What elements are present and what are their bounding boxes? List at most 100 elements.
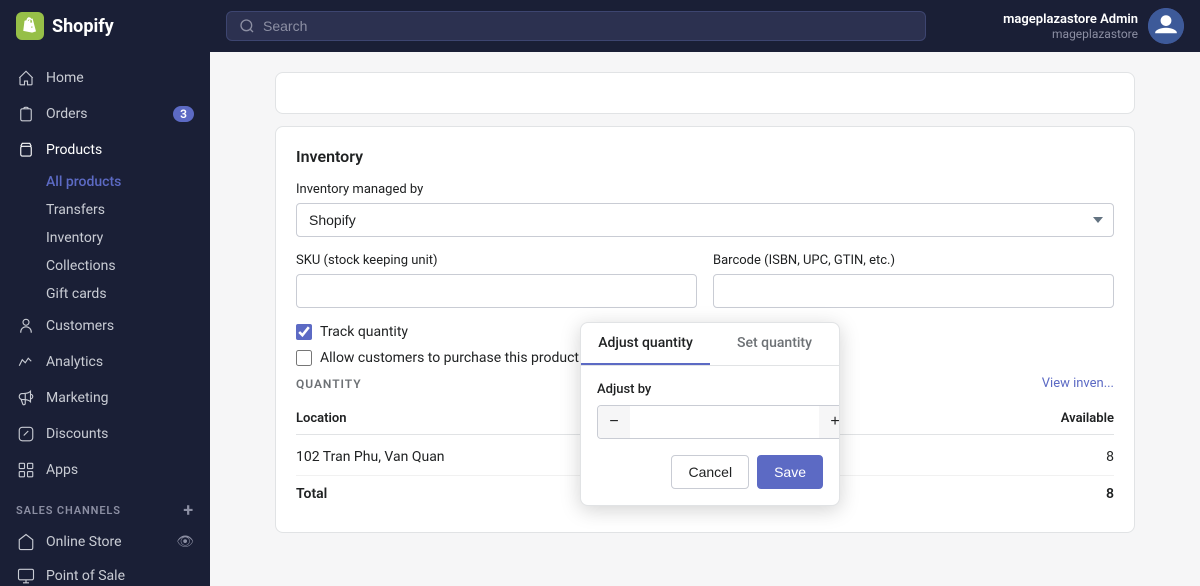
sidebar-item-point-of-sale[interactable]: Point of Sale [0,559,210,586]
available-cell: 8 [855,449,1114,465]
total-label: Total [296,486,555,502]
sidebar-item-marketing-label: Marketing [46,390,109,406]
search-icon [239,18,255,34]
sidebar-item-discounts-label: Discounts [46,426,108,442]
save-button[interactable]: Save [757,455,823,489]
decrement-button[interactable]: − [598,406,630,438]
collections-label: Collections [46,258,116,274]
main-area: mageplazastore Admin mageplazastore Inve… [210,0,1200,586]
adjust-controls: − + [597,405,840,439]
inventory-label: Inventory [46,230,103,246]
search-input[interactable] [263,18,913,34]
increment-button[interactable]: + [819,406,840,438]
sidebar-item-orders[interactable]: Orders 3 [0,96,210,132]
barcode-group: Barcode (ISBN, UPC, GTIN, etc.) [713,253,1114,308]
customers-icon [16,316,36,336]
sku-group: SKU (stock keeping unit) [296,253,697,308]
sidebar-item-analytics[interactable]: Analytics [0,344,210,380]
sidebar-item-customers[interactable]: Customers [0,308,210,344]
sku-label: SKU (stock keeping unit) [296,253,697,268]
adjust-by-section: Adjust by − + [597,382,840,439]
topbar-right: mageplazastore Admin mageplazastore [1003,8,1184,44]
view-inventory-link[interactable]: View inven... [1042,376,1114,391]
sales-channels-label: SALES CHANNELS + [0,488,210,525]
sidebar-item-apps[interactable]: Apps [0,452,210,488]
shopify-logo[interactable]: shopify [16,12,114,40]
popup-tabs: Adjust quantity Set quantity [581,323,839,366]
col-location: Location [296,411,555,426]
analytics-icon [16,352,36,372]
user-text: mageplazastore Admin mageplazastore [1003,12,1138,41]
tab-adjust-quantity[interactable]: Adjust quantity [581,323,710,365]
sidebar-subitem-gift-cards[interactable]: Gift cards [0,280,210,308]
popup-controls-row: Adjust by − + New quantity 8 [597,382,823,439]
quantity-section-label: QUANTITY [296,377,362,391]
sidebar-subitem-inventory[interactable]: Inventory [0,224,210,252]
sku-input[interactable] [296,274,697,308]
point-of-sale-icon [16,566,36,586]
marketing-icon [16,388,36,408]
sidebar-subitem-all-products[interactable]: All products [0,168,210,196]
transfers-label: Transfers [46,202,105,218]
sidebar-item-apps-label: Apps [46,462,78,478]
topbar: mageplazastore Admin mageplazastore [210,0,1200,52]
managed-by-select[interactable]: Shopify Don't track inventory [296,203,1114,237]
location-cell: 102 Tran Phu, Van Quan [296,449,555,465]
allow-purchase-checkbox[interactable] [296,350,312,366]
gift-cards-label: Gift cards [46,286,107,302]
col-available: Available [855,411,1114,426]
tab-set-quantity[interactable]: Set quantity [710,323,839,365]
eye-icon[interactable]: 👁 [176,534,194,550]
shopify-logo-icon [16,12,44,40]
sidebar-item-home-label: Home [46,70,84,86]
add-sales-channel-icon[interactable]: + [183,500,194,521]
adjust-quantity-popup: Adjust quantity Set quantity Adjust by −… [580,322,840,506]
top-card-stub [275,72,1135,114]
managed-by-label: Inventory managed by [296,182,1114,197]
search-bar[interactable] [226,11,926,41]
user-store: mageplazastore [1003,27,1138,41]
track-quantity-checkbox[interactable] [296,324,312,340]
products-icon [16,140,36,160]
inventory-section-title: Inventory [296,147,1114,166]
inventory-managed-by-group: Inventory managed by Shopify Don't track… [296,182,1114,237]
point-of-sale-label: Point of Sale [46,568,125,584]
products-submenu: All products Transfers Inventory Collect… [0,168,210,308]
popup-actions: Cancel Save [597,455,823,489]
sidebar-subitem-collections[interactable]: Collections [0,252,210,280]
barcode-input[interactable] [713,274,1114,308]
barcode-label: Barcode (ISBN, UPC, GTIN, etc.) [713,253,1114,268]
track-quantity-label: Track quantity [320,324,408,340]
content-area: Inventory Inventory managed by Shopify D… [210,52,1200,586]
sidebar-item-discounts[interactable]: Discounts [0,416,210,452]
orders-badge: 3 [173,106,194,122]
sidebar: shopify Home Orders 3 Products [0,0,210,586]
sidebar-item-products[interactable]: Products [0,132,210,168]
sidebar-subitem-transfers[interactable]: Transfers [0,196,210,224]
online-store-label: Online Store [46,534,122,550]
user-name: mageplazastore Admin [1003,12,1138,27]
sidebar-item-products-label: Products [46,142,102,158]
orders-icon [16,104,36,124]
adjust-by-label: Adjust by [597,382,840,397]
discounts-icon [16,424,36,444]
sidebar-item-marketing[interactable]: Marketing [0,380,210,416]
sidebar-header: shopify [0,0,210,52]
sidebar-item-online-store[interactable]: Online Store 👁 [0,525,210,559]
sidebar-item-home[interactable]: Home [0,60,210,96]
all-products-label: All products [46,174,121,190]
total-available: 8 [855,486,1114,502]
shopify-logo-text: shopify [52,16,114,37]
online-store-icon [16,532,36,552]
apps-icon [16,460,36,480]
cancel-button[interactable]: Cancel [671,455,749,489]
sidebar-nav: Home Orders 3 Products All products Tran… [0,52,210,586]
user-info[interactable]: mageplazastore Admin mageplazastore [1003,8,1184,44]
sidebar-item-analytics-label: Analytics [46,354,103,370]
home-icon [16,68,36,88]
avatar[interactable] [1148,8,1184,44]
sales-channels-heading: SALES CHANNELS [16,504,121,517]
sidebar-item-customers-label: Customers [46,318,114,334]
online-store-actions: 👁 [176,534,194,550]
adjust-input[interactable] [630,408,819,436]
